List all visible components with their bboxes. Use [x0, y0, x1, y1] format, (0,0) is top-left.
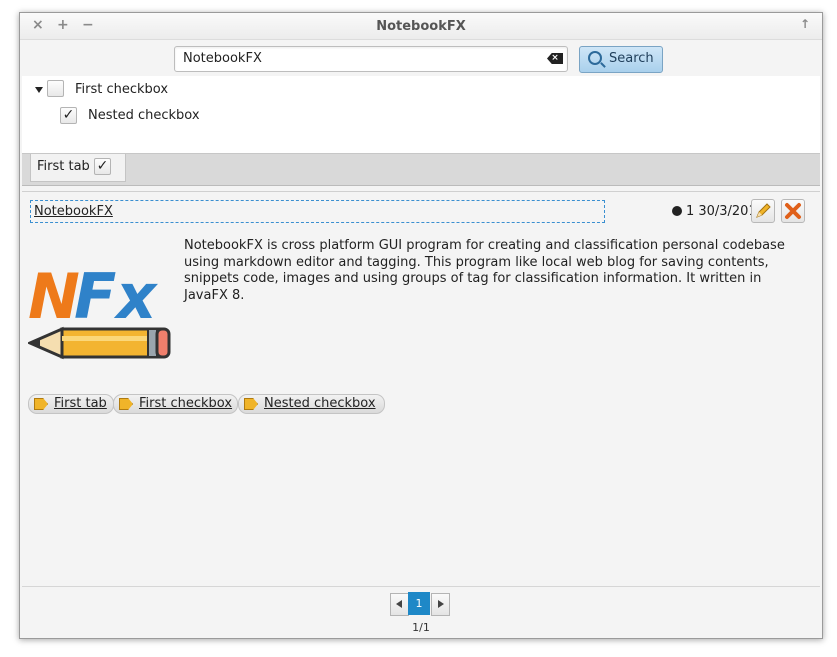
tag-icon — [244, 398, 258, 410]
backspace-clear-icon[interactable]: × — [547, 53, 563, 64]
app-window: × + − NotebookFX ↑ NotebookFX × Search F… — [19, 12, 823, 639]
next-page-button[interactable] — [431, 593, 450, 616]
search-button-label: Search — [609, 51, 654, 66]
tab-first-label: First tab — [37, 159, 90, 174]
logo-letters-fx: Fx — [74, 260, 158, 333]
chevron-left-icon — [396, 600, 402, 608]
note-title-field[interactable]: NotebookFX — [30, 200, 605, 223]
pagination: 1 1/1 — [22, 586, 820, 638]
tag-icon — [34, 398, 48, 410]
title-bar: × + − NotebookFX ↑ — [20, 13, 822, 40]
notebookfx-logo: N Fx — [28, 260, 171, 360]
note-description: NotebookFX is cross platform GUI program… — [184, 238, 785, 303]
page-info: 1/1 — [412, 621, 430, 634]
search-input[interactable]: NotebookFX × — [174, 46, 568, 72]
note-title-link[interactable]: NotebookFX — [34, 204, 113, 219]
nested-checkbox-label: Nested checkbox — [88, 108, 200, 123]
first-checkbox-label: First checkbox — [75, 82, 169, 97]
tag-first-checkbox[interactable]: First checkbox — [113, 394, 238, 414]
tab-bar: First tab ✓ — [22, 153, 820, 186]
tab-first-checkbox[interactable]: ✓ — [94, 158, 111, 175]
first-checkbox[interactable] — [47, 80, 64, 97]
previous-page-button[interactable] — [390, 593, 409, 616]
logo-letter-n: N — [28, 260, 80, 333]
delete-note-button[interactable] — [781, 199, 805, 223]
tag-nested-checkbox[interactable]: Nested checkbox — [238, 394, 385, 414]
search-button[interactable]: Search — [579, 46, 663, 73]
notes-list-empty-area — [22, 420, 820, 586]
note-card: NotebookFX 1 30/3/2016 NotebookFX is cro… — [22, 191, 820, 421]
delete-icon — [785, 203, 801, 219]
search-input-value: NotebookFX — [183, 51, 262, 66]
tab-first[interactable]: First tab ✓ — [30, 154, 126, 182]
tree-expand-arrow-icon[interactable] — [35, 87, 43, 93]
page-button-current[interactable]: 1 — [408, 592, 430, 615]
tag-label: First tab — [54, 396, 107, 411]
tag-tree: First checkbox ✓ Nested checkbox — [22, 76, 820, 153]
tag-icon — [119, 398, 133, 410]
chevron-right-icon — [438, 600, 444, 608]
views-icon — [671, 206, 682, 216]
magnifier-icon — [588, 51, 602, 65]
window-title: NotebookFX — [376, 19, 466, 34]
nested-checkbox[interactable]: ✓ — [60, 107, 77, 124]
tag-first-tab[interactable]: First tab — [28, 394, 114, 414]
pin-window-button[interactable]: ↑ — [800, 17, 810, 31]
pencil-icon — [756, 203, 771, 218]
edit-note-button[interactable] — [751, 199, 775, 223]
logo-pencil — [28, 326, 171, 360]
tag-label: Nested checkbox — [264, 396, 376, 411]
tag-label: First checkbox — [139, 396, 233, 411]
